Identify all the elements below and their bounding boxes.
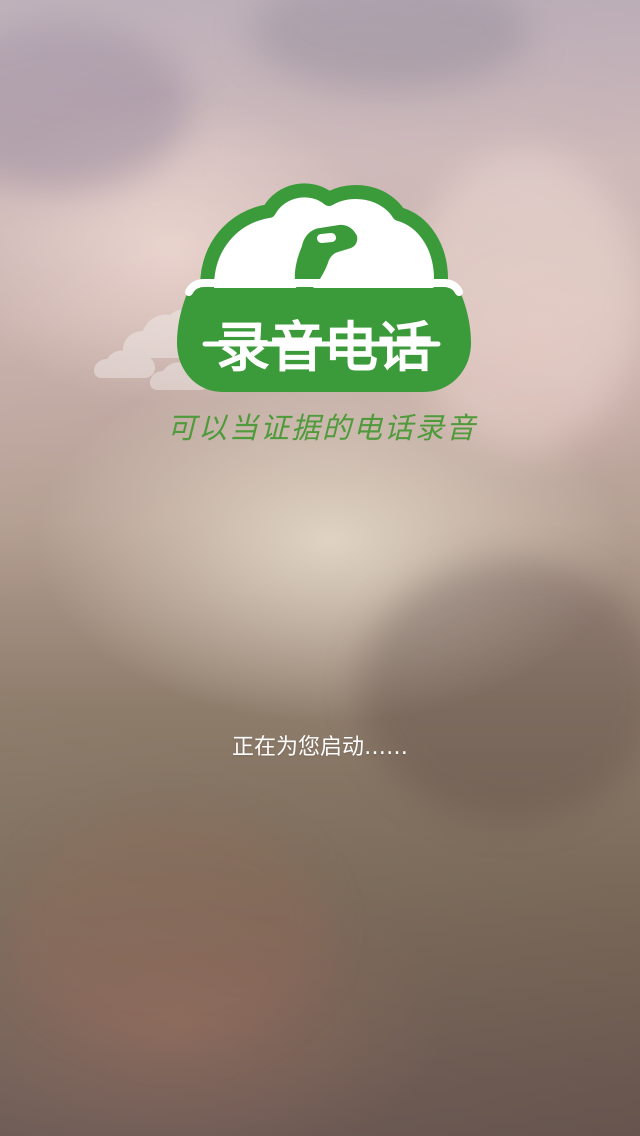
cloud-phone-logo-icon: 录音电话 (177, 183, 471, 392)
background-blur-shape (360, 560, 640, 820)
app-tagline: 可以当证据的电话录音 (167, 411, 478, 445)
app-logo-svg: 录音电话 可以当证据的电话录音 (94, 183, 478, 445)
app-logo: 录音电话 可以当证据的电话录音 (0, 0, 640, 470)
background-blur-shape (10, 810, 330, 1050)
app-title: 录音电话 (216, 316, 432, 379)
splash-screen: 录音电话 可以当证据的电话录音 正在为您启动…… (0, 0, 640, 1136)
loading-text: 正在为您启动…… (231, 735, 408, 760)
